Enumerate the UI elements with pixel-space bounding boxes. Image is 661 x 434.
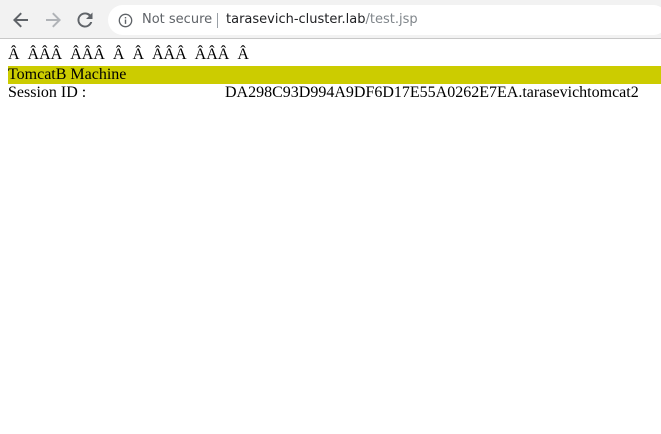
session-row: Session ID : DA298C93D994A9DF6D17E55A026…	[8, 84, 661, 102]
machine-banner: TomcatB Machine	[8, 66, 661, 84]
back-button[interactable]	[9, 8, 33, 32]
omnibox-divider	[217, 13, 218, 28]
reload-button[interactable]	[73, 8, 97, 32]
forward-button[interactable]	[41, 8, 65, 32]
session-id-label: Session ID :	[8, 84, 87, 101]
reload-icon	[77, 12, 93, 28]
url-path: /test.jsp	[365, 12, 418, 27]
browser-toolbar: Not secure tarasevich-cluster.lab/test.j…	[0, 0, 661, 39]
arrow-left-icon	[13, 12, 28, 28]
url-host: tarasevich-cluster.lab	[226, 12, 366, 27]
page-content: Â ÂÂÂ ÂÂÂ Â Â ÂÂÂ ÂÂÂ Â TomcatB Machine …	[0, 39, 661, 434]
garbled-text-line: Â ÂÂÂ ÂÂÂ Â Â ÂÂÂ ÂÂÂ Â	[8, 46, 249, 63]
security-status-label[interactable]: Not secure	[142, 12, 212, 27]
arrow-right-icon	[46, 12, 61, 28]
session-id-value: DA298C93D994A9DF6D17E55A0262E7EA.tarasev…	[225, 84, 639, 101]
info-icon[interactable]	[118, 13, 133, 28]
url-text[interactable]: tarasevich-cluster.lab/test.jsp	[226, 12, 418, 27]
address-bar[interactable]: Not secure tarasevich-cluster.lab/test.j…	[108, 5, 661, 35]
